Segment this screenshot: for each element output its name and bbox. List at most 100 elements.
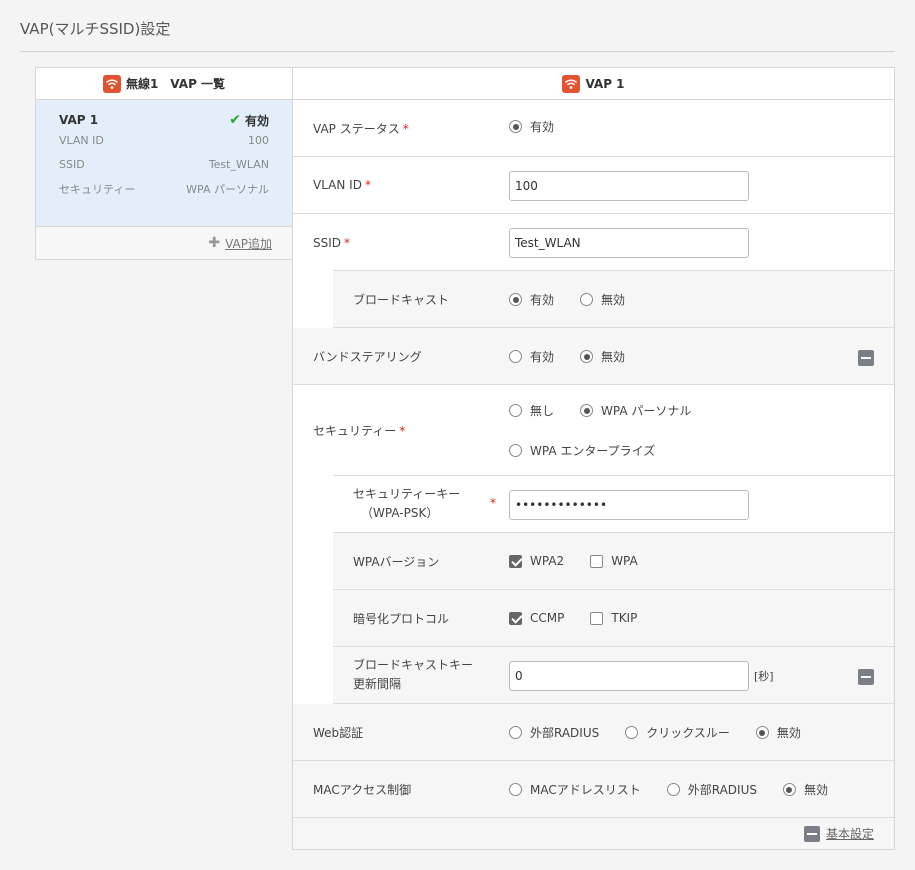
- seconds-unit: [秒]: [754, 670, 774, 683]
- radio-indicator[interactable]: [580, 350, 594, 363]
- vap-status-enabled-radio[interactable]: 有効: [509, 118, 554, 135]
- vap-card-value: 100: [248, 133, 269, 147]
- security-key-row: セキュリティーキー （WPA-PSK） * •••••••••••••: [333, 476, 894, 533]
- radio-label: 無効: [803, 783, 828, 797]
- radio-indicator[interactable]: [509, 350, 522, 363]
- radio-indicator[interactable]: [580, 404, 594, 417]
- basic-settings-row: 基本設定: [293, 818, 894, 849]
- security-label: セキュリティー *: [313, 422, 405, 439]
- security-wpa-enterprise-radio[interactable]: WPA エンタープライズ: [509, 442, 655, 459]
- checkbox-label: WPA2: [530, 554, 565, 568]
- wpa-checkbox[interactable]: WPA: [590, 554, 638, 568]
- checkbox-indicator[interactable]: [590, 611, 604, 625]
- checkbox-indicator[interactable]: [509, 611, 522, 625]
- wifi-icon: [102, 74, 121, 93]
- required-mark: *: [402, 121, 409, 136]
- radio-label: MACアドレスリスト: [530, 783, 641, 797]
- band-steering-enabled-radio[interactable]: 有効: [509, 348, 554, 365]
- radio-indicator[interactable]: [509, 293, 522, 306]
- radio-indicator[interactable]: [782, 783, 796, 796]
- add-vap-link[interactable]: VAP追加: [225, 235, 272, 252]
- checkbox-label: CCMP: [530, 611, 565, 625]
- radio-indicator[interactable]: [509, 783, 522, 796]
- ccmp-checkbox[interactable]: CCMP: [509, 611, 564, 625]
- security-key-label-line2: （WPA-PSK）: [361, 506, 439, 520]
- page-title: VAP(マルチSSID)設定: [20, 20, 171, 38]
- radio-indicator[interactable]: [625, 726, 639, 739]
- radio-indicator[interactable]: [755, 726, 769, 739]
- broadcast-enabled-radio[interactable]: 有効: [509, 291, 554, 308]
- vap-status-label: VAP ステータス *: [313, 120, 409, 137]
- broadcast-disabled-radio[interactable]: 無効: [580, 291, 625, 308]
- radio-indicator[interactable]: [509, 444, 522, 457]
- vap-card-name: VAP 1: [59, 113, 99, 127]
- ssid-input[interactable]: Test_WLAN: [509, 228, 749, 258]
- radio-label: WPA パーソナル: [601, 404, 692, 418]
- radio-indicator[interactable]: [509, 726, 522, 739]
- vap-status-label-text: VAP ステータス: [313, 121, 400, 136]
- mac-access-disabled-radio[interactable]: 無効: [782, 781, 828, 798]
- ssid-label-text: SSID: [313, 235, 342, 250]
- wpa-version-row: WPAバージョン WPA2 WPA: [333, 533, 894, 590]
- mac-access-list-radio[interactable]: MACアドレスリスト: [509, 781, 641, 798]
- vap-card-row: セキュリティー WPA パーソナル: [59, 177, 269, 202]
- wifi-icon: [562, 74, 581, 93]
- wpa-version-label: WPAバージョン: [353, 554, 440, 569]
- ssid-label: SSID *: [313, 236, 350, 250]
- vap-settings-title: VAP 1: [585, 76, 625, 91]
- vap-card-key: SSID: [59, 158, 85, 172]
- broadcast-key-label: ブロードキャストキー 更新間隔: [353, 656, 473, 694]
- collapse-icon[interactable]: [858, 669, 874, 685]
- radio-label: 有効: [530, 293, 555, 307]
- band-steering-disabled-radio[interactable]: 無効: [580, 348, 625, 365]
- minus-icon[interactable]: [803, 825, 820, 842]
- vap-card-value: WPA パーソナル: [186, 183, 269, 197]
- wpa2-checkbox[interactable]: WPA2: [509, 554, 564, 568]
- web-auth-row: Web認証 外部RADIUS クリックスルー 無効: [293, 704, 894, 761]
- required-mark: *: [364, 178, 371, 192]
- band-steering-label: バンドステアリング: [313, 349, 422, 364]
- tkip-checkbox[interactable]: TKIP: [590, 611, 637, 625]
- broadcast-key-label-line2: 更新間隔: [353, 677, 402, 691]
- broadcast-key-interval-input[interactable]: 0: [509, 661, 749, 691]
- radio-indicator[interactable]: [666, 783, 680, 796]
- web-auth-label: Web認証: [313, 725, 364, 740]
- security-wpa-personal-radio[interactable]: WPA パーソナル: [580, 402, 691, 419]
- radio-indicator[interactable]: [509, 120, 522, 133]
- security-label-text: セキュリティー: [313, 424, 397, 438]
- vap-card[interactable]: VAP 1 ✔ 有効 VLAN ID 100 SSID Test_WLAN セキ…: [36, 100, 292, 227]
- security-key-label: セキュリティーキー （WPA-PSK）: [353, 485, 460, 523]
- encryption-label: 暗号化プロトコル: [353, 611, 450, 626]
- radio-indicator[interactable]: [580, 293, 594, 306]
- vap-card-key: VLAN ID: [59, 133, 104, 147]
- checkbox-indicator[interactable]: [590, 554, 604, 568]
- web-auth-disabled-radio[interactable]: 無効: [755, 724, 801, 741]
- vlan-id-input[interactable]: 100: [509, 171, 749, 201]
- vap-list-title: 無線1 VAP 一覧: [125, 77, 226, 91]
- web-auth-radius-radio[interactable]: 外部RADIUS: [509, 724, 599, 741]
- vlan-id-label-text: VLAN ID: [313, 178, 362, 192]
- checkbox-label: TKIP: [611, 611, 638, 625]
- required-mark: *: [399, 424, 406, 438]
- mac-access-label: MACアクセス制御: [313, 782, 412, 797]
- security-key-input[interactable]: •••••••••••••: [509, 490, 749, 520]
- plus-icon: ✚: [208, 235, 221, 251]
- basic-settings-link[interactable]: 基本設定: [826, 825, 874, 842]
- radio-label: 有効: [530, 120, 555, 134]
- title-divider: [20, 51, 895, 52]
- mac-access-radius-radio[interactable]: 外部RADIUS: [666, 781, 757, 798]
- security-none-radio[interactable]: 無し: [509, 402, 554, 419]
- vap-card-status: ✔ 有効: [229, 112, 269, 129]
- ssid-row: SSID * Test_WLAN: [293, 214, 894, 271]
- collapse-icon[interactable]: [858, 350, 874, 366]
- radio-label: 外部RADIUS: [687, 783, 757, 797]
- radio-label: WPA エンタープライズ: [530, 444, 656, 458]
- required-mark: *: [344, 235, 351, 250]
- web-auth-clickthrough-radio[interactable]: クリックスルー: [625, 724, 730, 741]
- vap-settings-header: VAP 1: [293, 68, 894, 100]
- checkbox-indicator[interactable]: [509, 554, 522, 568]
- vap-status-row: VAP ステータス * 有効: [293, 100, 894, 157]
- radio-indicator[interactable]: [509, 404, 522, 417]
- add-vap-row: ✚ VAP追加: [36, 227, 292, 259]
- vap-list-header: 無線1 VAP 一覧: [36, 68, 292, 100]
